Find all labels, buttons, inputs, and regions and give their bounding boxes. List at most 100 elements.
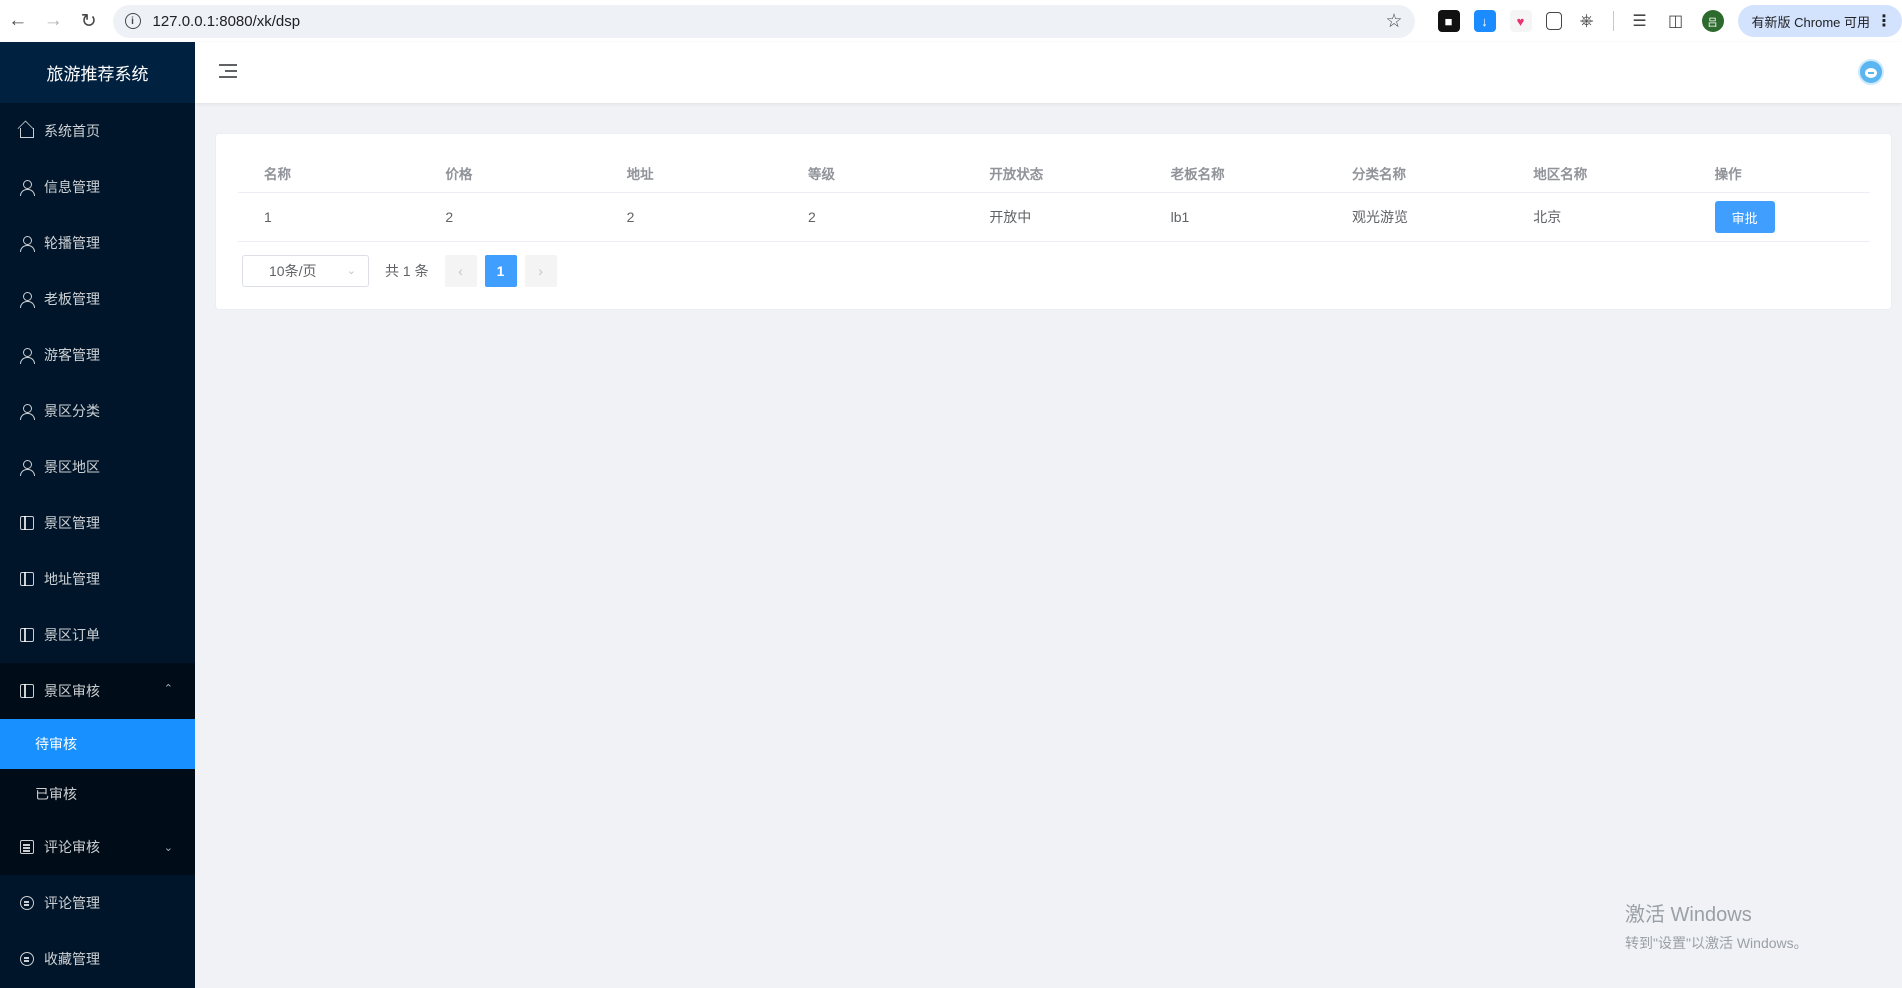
sidebar-item-label: 景区地区 (44, 459, 100, 475)
document-icon (20, 516, 34, 530)
sidebar-item-label: 景区管理 (44, 515, 100, 531)
pagination: 10条/页 ⌄ 共 1 条 ‹ 1 › (242, 255, 557, 287)
sidebar: 旅游推荐系统 系统首页 信息管理 轮播管理 老板管理 游客管理 景区分类 景区地… (0, 42, 195, 988)
table-row: 1 2 2 2 开放中 lb1 观光游览 北京 审批 (238, 193, 1870, 242)
sidebar-item-label: 地址管理 (44, 571, 100, 587)
column-header: 老板名称 (1170, 167, 1225, 182)
sidebar-item-audited[interactable]: 已审核 (0, 769, 195, 819)
audit-submenu: 待审核 已审核 (0, 719, 195, 819)
sidebar-item-info[interactable]: 信息管理 (0, 159, 195, 215)
top-header (195, 42, 1902, 103)
address-bar[interactable]: i 127.0.0.1:8080/xk/dsp ☆ (112, 4, 1415, 38)
user-icon (20, 404, 35, 420)
column-header: 分类名称 (1351, 167, 1406, 182)
cell-level: 2 (807, 209, 816, 225)
puzzle-extensions-icon[interactable]: ⎈ (1576, 10, 1598, 32)
user-icon (20, 292, 35, 308)
sidebar-item-boss[interactable]: 老板管理 (0, 271, 195, 327)
table-header-row: 名称 价格 地址 等级 开放状态 老板名称 分类名称 地区名称 操作 (238, 154, 1870, 193)
menu-collapse-icon[interactable] (219, 64, 237, 79)
sidebar-item-label: 待审核 (35, 736, 77, 752)
sidebar-item-label: 收藏管理 (44, 951, 100, 967)
user-icon (20, 460, 35, 476)
cell-boss: lb1 (1170, 209, 1190, 225)
user-icon (20, 180, 35, 196)
media-control-icon[interactable]: ☰ (1629, 10, 1651, 32)
pending-audit-table: 名称 价格 地址 等级 开放状态 老板名称 分类名称 地区名称 操作 1 2 2… (238, 154, 1870, 242)
toolbar-divider (1612, 11, 1614, 31)
approve-button[interactable]: 审批 (1714, 201, 1775, 233)
sidebar-item-category[interactable]: 景区分类 (0, 383, 195, 439)
column-header: 地区名称 (1533, 167, 1588, 182)
chrome-update-button[interactable]: 有新版 Chrome 可用 ⋮ (1737, 5, 1902, 37)
cell-status: 开放中 (989, 209, 1032, 225)
site-info-icon[interactable]: i (124, 13, 141, 29)
download-extension-icon[interactable]: ↓ (1473, 10, 1496, 32)
url-text[interactable]: 127.0.0.1:8080/xk/dsp (153, 13, 1386, 30)
more-menu-icon: ⋮ (1876, 13, 1892, 30)
sidebar-item-pending-audit[interactable]: 待审核 (0, 719, 195, 769)
bookmark-star-icon[interactable]: ☆ (1385, 10, 1402, 33)
extensions-area: ■ ↓ ♥ ⎈ ☰ ◫ 吕 (1431, 10, 1732, 32)
cell-action: 审批 (1689, 201, 1870, 233)
image-extension-icon[interactable]: ♥ (1509, 10, 1532, 32)
sidebar-item-comment-audit[interactable]: 评论审核 ⌄ (0, 819, 195, 875)
sidebar-item-scenic-audit[interactable]: 景区审核 ⌃ (0, 663, 195, 719)
back-icon[interactable]: ← (0, 3, 36, 39)
cell-region: 北京 (1533, 209, 1562, 225)
windows-activation-watermark: 激活 Windows 转到"设置"以激活 Windows。 (1625, 898, 1808, 953)
update-label: 有新版 Chrome 可用 (1751, 14, 1870, 30)
document-icon (20, 572, 34, 586)
forward-icon[interactable]: → (36, 3, 72, 39)
content-card: 名称 价格 地址 等级 开放状态 老板名称 分类名称 地区名称 操作 1 2 2… (215, 133, 1892, 310)
sidebar-item-favorites[interactable]: 收藏管理 (0, 931, 195, 987)
sidebar-item-carousel[interactable]: 轮播管理 (0, 215, 195, 271)
sidebar-item-label: 景区分类 (44, 403, 100, 419)
chevron-up-icon: ⌃ (163, 683, 173, 695)
user-avatar[interactable] (1858, 59, 1884, 85)
page-size-value: 10条/页 (269, 263, 317, 279)
page-number-button[interactable]: 1 (484, 255, 517, 287)
chat-icon (20, 952, 34, 966)
user-icon (20, 236, 35, 252)
reload-icon[interactable]: ↻ (71, 3, 107, 39)
extension-icon[interactable]: ■ (1437, 10, 1460, 32)
chat-icon (20, 896, 34, 910)
sidebar-item-label: 评论审核 (44, 839, 100, 855)
sidebar-item-label: 游客管理 (44, 347, 100, 363)
sidebar-item-label: 老板管理 (44, 291, 100, 307)
chevron-down-icon: ⌄ (163, 842, 173, 854)
total-count: 共 1 条 (385, 263, 429, 279)
cell-address: 2 (626, 209, 635, 225)
cell-price: 2 (445, 209, 454, 225)
sidebar-item-label: 轮播管理 (44, 235, 100, 251)
profile-avatar[interactable]: 吕 (1701, 10, 1724, 32)
app-title: 旅游推荐系统 (0, 42, 195, 103)
sidebar-item-label: 系统首页 (44, 123, 100, 139)
next-page-button[interactable]: › (524, 255, 557, 287)
column-header: 名称 (264, 167, 291, 182)
side-panel-icon[interactable]: ◫ (1665, 10, 1687, 32)
column-header: 价格 (445, 167, 473, 182)
sidebar-item-orders[interactable]: 景区订单 (0, 607, 195, 663)
sidebar-item-home[interactable]: 系统首页 (0, 103, 195, 159)
copy-extension-icon[interactable] (1545, 12, 1562, 30)
column-header: 操作 (1714, 167, 1742, 182)
watermark-subtitle: 转到"设置"以激活 Windows。 (1625, 935, 1808, 951)
column-header: 等级 (807, 167, 835, 182)
sidebar-item-tourist[interactable]: 游客管理 (0, 327, 195, 383)
cell-category: 观光游览 (1351, 209, 1408, 225)
prev-page-button[interactable]: ‹ (444, 255, 477, 287)
sidebar-item-region[interactable]: 景区地区 (0, 439, 195, 495)
column-header: 地址 (626, 167, 654, 182)
sidebar-item-label: 景区审核 (44, 683, 100, 699)
sidebar-item-address[interactable]: 地址管理 (0, 551, 195, 607)
sidebar-item-scenic[interactable]: 景区管理 (0, 495, 195, 551)
sidebar-item-comments[interactable]: 评论管理 (0, 875, 195, 931)
chevron-down-icon: ⌄ (346, 265, 356, 277)
page-size-select[interactable]: 10条/页 ⌄ (242, 255, 369, 287)
column-header: 开放状态 (989, 167, 1044, 182)
sidebar-item-label: 信息管理 (44, 179, 100, 195)
browser-toolbar: ← → ↻ i 127.0.0.1:8080/xk/dsp ☆ ■ ↓ ♥ ⎈ … (0, 0, 1902, 42)
sidebar-item-label: 评论管理 (44, 895, 100, 911)
